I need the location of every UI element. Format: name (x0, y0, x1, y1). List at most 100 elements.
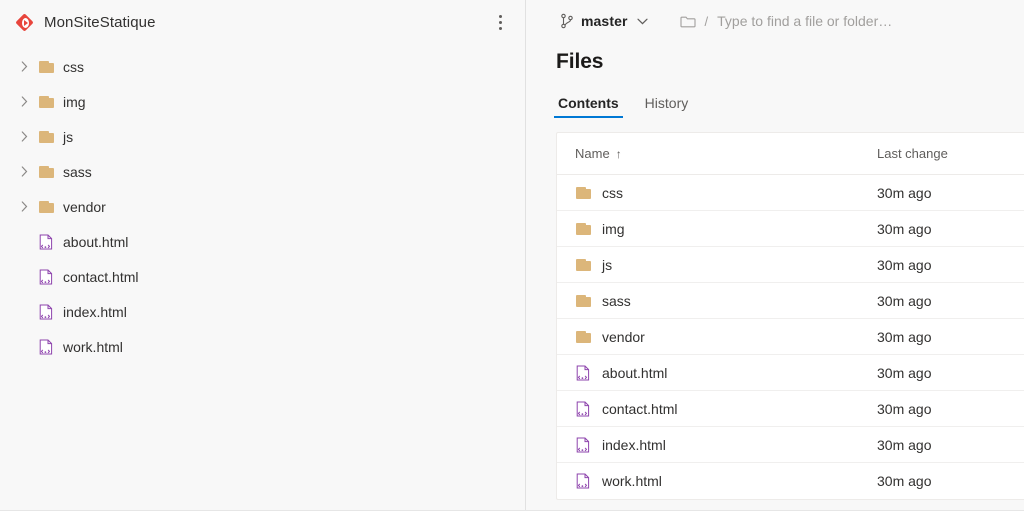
column-header-last-change[interactable]: Last change (877, 146, 1024, 161)
table-cell-name[interactable]: about.html (557, 365, 877, 381)
column-header-name[interactable]: Name ↑ (557, 146, 877, 161)
folder-icon-wrap (575, 186, 591, 199)
file-name-link[interactable]: work.html (602, 473, 662, 489)
html-file-icon-wrap (38, 339, 54, 355)
files-table: Name ↑ Last change css 30m ago img 30m ago j… (556, 132, 1024, 500)
last-change-value: 30m ago (877, 184, 932, 201)
table-row[interactable]: sass 30m ago (557, 283, 1024, 319)
table-cell-name[interactable]: img (557, 221, 877, 237)
file-name-link[interactable]: css (602, 185, 623, 201)
file-search-input[interactable]: Type to find a file or folder… (717, 13, 892, 29)
chevron-right-icon[interactable] (16, 61, 32, 72)
html-file-icon (576, 401, 590, 416)
tab-history[interactable]: History (643, 95, 691, 118)
file-tree-sidebar: MonSiteStatique css img js sass vendor about.… (0, 0, 526, 510)
table-row[interactable]: index.html 30m ago (557, 427, 1024, 463)
branch-selector[interactable]: master (556, 10, 652, 32)
folder-icon (38, 200, 54, 213)
tree-item-label: sass (63, 163, 92, 180)
folder-icon-wrap (575, 330, 591, 343)
breadcrumb: master / Type to find a file or folder… (526, 0, 1024, 42)
tree-item-label: vendor (63, 198, 106, 215)
folder-icon-wrap (575, 294, 591, 307)
table-row[interactable]: work.html 30m ago (557, 463, 1024, 499)
tree-item-label: css (63, 58, 84, 75)
file-name-link[interactable]: vendor (602, 329, 645, 345)
table-cell-name[interactable]: work.html (557, 473, 877, 489)
azure-repos-icon (15, 12, 34, 32)
last-change-value: 30m ago (877, 473, 932, 489)
table-cell-name[interactable]: js (557, 257, 877, 273)
folder-icon (38, 130, 54, 143)
folder-icon-wrap (38, 60, 54, 73)
chevron-right-icon[interactable] (16, 96, 32, 107)
chevron-down-icon (636, 18, 648, 25)
table-cell-name[interactable]: vendor (557, 329, 877, 345)
folder-icon (575, 258, 591, 271)
tree-item-work-html[interactable]: work.html (0, 329, 525, 364)
html-file-icon (576, 437, 590, 452)
html-file-icon (576, 365, 590, 380)
file-tree: css img js sass vendor about.html contact.html… (0, 45, 525, 364)
tree-item-label: work.html (63, 338, 123, 355)
chevron-right-icon[interactable] (16, 131, 32, 142)
html-file-icon (39, 234, 53, 249)
file-name-link[interactable]: about.html (602, 365, 667, 381)
table-cell-last-change: 30m ago (877, 221, 1024, 237)
chevron-right-icon[interactable] (16, 201, 32, 212)
file-name-link[interactable]: sass (602, 293, 631, 309)
folder-icon-wrap (575, 258, 591, 271)
file-name-link[interactable]: index.html (602, 437, 666, 453)
tree-item-js[interactable]: js (0, 119, 525, 154)
table-cell-name[interactable]: contact.html (557, 401, 877, 417)
table-row[interactable]: img 30m ago (557, 211, 1024, 247)
more-vertical-icon[interactable] (487, 10, 513, 36)
tree-item-about-html[interactable]: about.html (0, 224, 525, 259)
html-file-icon-wrap (38, 269, 54, 285)
table-cell-last-change: 30m ago (877, 401, 1024, 417)
tree-item-vendor[interactable]: vendor (0, 189, 525, 224)
tree-item-index-html[interactable]: index.html (0, 294, 525, 329)
table-cell-name[interactable]: css (557, 185, 877, 201)
folder-icon (38, 95, 54, 108)
folder-outline-icon[interactable] (679, 15, 696, 28)
file-name-link[interactable]: js (602, 257, 612, 273)
html-file-icon (39, 304, 53, 319)
table-row[interactable]: vendor 30m ago (557, 319, 1024, 355)
table-row[interactable]: js 30m ago (557, 247, 1024, 283)
folder-icon-wrap (38, 200, 54, 213)
html-file-icon (576, 473, 590, 489)
tree-item-img[interactable]: img (0, 84, 525, 119)
folder-icon (575, 330, 591, 343)
table-header-row: Name ↑ Last change (557, 133, 1024, 175)
tab-contents[interactable]: Contents (554, 95, 623, 118)
file-name-link[interactable]: img (602, 221, 625, 237)
html-file-icon-wrap (575, 437, 591, 453)
last-change-value: 30m ago (877, 256, 932, 273)
chevron-right-icon[interactable] (16, 166, 32, 177)
folder-icon-wrap (575, 222, 591, 235)
table-cell-name[interactable]: index.html (557, 437, 877, 453)
tree-item-contact-html[interactable]: contact.html (0, 259, 525, 294)
folder-icon (575, 186, 591, 199)
tree-item-css[interactable]: css (0, 49, 525, 84)
folder-icon-wrap (38, 95, 54, 108)
folder-icon (575, 294, 591, 307)
html-file-icon-wrap (38, 304, 54, 320)
folder-icon-wrap (38, 165, 54, 178)
table-cell-last-change: 30m ago (877, 329, 1024, 345)
page-title: Files (556, 50, 604, 73)
folder-icon (38, 60, 54, 73)
folder-icon-wrap (38, 130, 54, 143)
table-row[interactable]: contact.html 30m ago (557, 391, 1024, 427)
git-branch-icon (560, 13, 574, 29)
table-cell-name[interactable]: sass (557, 293, 877, 309)
tree-item-sass[interactable]: sass (0, 154, 525, 189)
table-row[interactable]: about.html 30m ago (557, 355, 1024, 391)
column-header-last-change-label: Last change (877, 146, 948, 161)
html-file-icon-wrap (575, 365, 591, 381)
file-name-link[interactable]: contact.html (602, 401, 677, 417)
html-file-icon-wrap (575, 473, 591, 489)
table-row[interactable]: css 30m ago (557, 175, 1024, 211)
table-cell-last-change: 30m ago (877, 293, 1024, 309)
